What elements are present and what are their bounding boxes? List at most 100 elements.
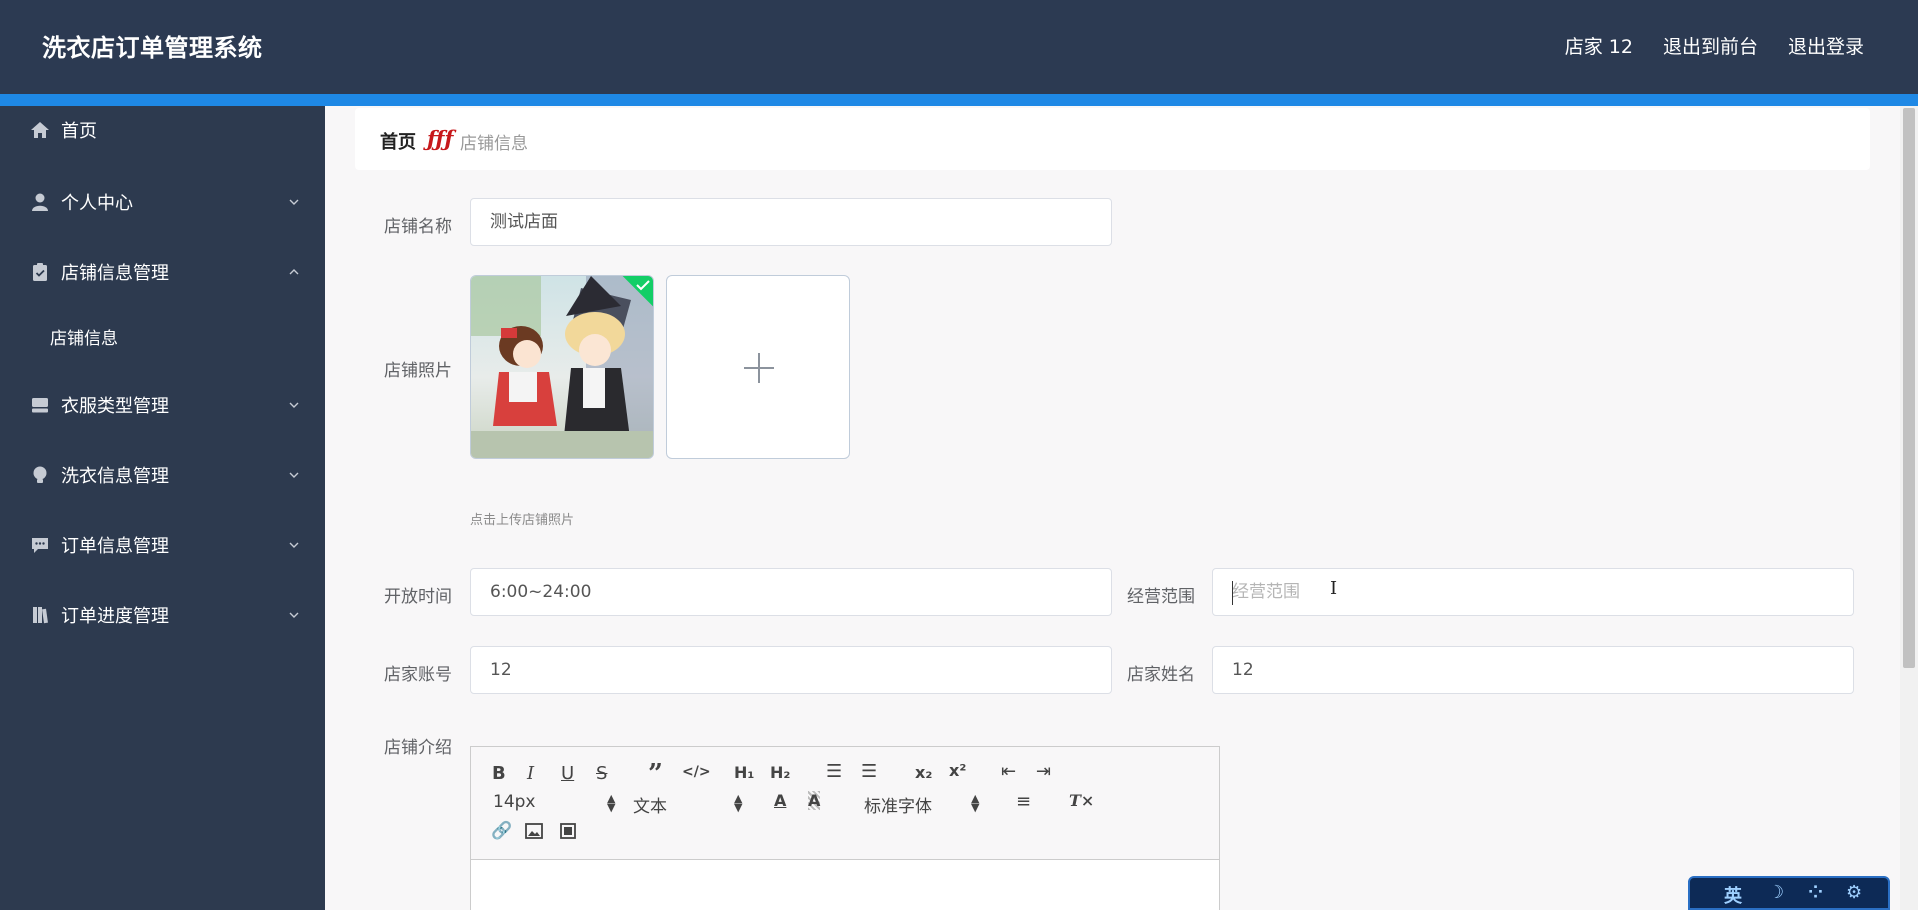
align-icon[interactable]: ≡ bbox=[1016, 791, 1031, 812]
shop-photo-label: 店铺照片 bbox=[384, 361, 452, 381]
sidebar-item-label: 洗衣信息管理 bbox=[61, 466, 169, 487]
scrollbar-thumb[interactable] bbox=[1903, 108, 1915, 668]
h2-icon[interactable]: H₂ bbox=[770, 763, 790, 782]
app-title: 洗衣店订单管理系统 bbox=[42, 34, 263, 62]
editor-content-area[interactable] bbox=[471, 860, 1219, 910]
clear-format-icon[interactable]: T× bbox=[1069, 791, 1094, 810]
italic-icon[interactable]: I bbox=[527, 763, 534, 784]
font-family-select[interactable]: 标准字体 ▲ ▼ bbox=[864, 792, 984, 817]
quote-icon[interactable]: ” bbox=[648, 759, 663, 789]
image-icon[interactable] bbox=[525, 823, 543, 839]
bullet-list-icon[interactable]: ☰ bbox=[861, 761, 877, 782]
sidebar-item-label: 订单信息管理 bbox=[61, 536, 169, 557]
logout-link[interactable]: 退出登录 bbox=[1788, 32, 1864, 59]
superscript-icon[interactable]: x² bbox=[949, 761, 966, 780]
current-user[interactable]: 店家 12 bbox=[1565, 32, 1633, 59]
background-color-icon[interactable]: A bbox=[808, 791, 821, 810]
anime-illustration bbox=[471, 276, 653, 458]
sidebar-item-personal-center[interactable]: 个人中心 bbox=[0, 179, 325, 225]
chat-icon bbox=[32, 538, 48, 553]
open-time-label: 开放时间 bbox=[384, 587, 452, 607]
ime-mode-label[interactable]: 英 bbox=[1724, 882, 1742, 908]
sidebar-item-laundry-info-management[interactable]: 洗衣信息管理 bbox=[0, 452, 325, 498]
chevron-down-icon bbox=[289, 199, 299, 205]
chevron-down-icon bbox=[289, 402, 299, 408]
user-icon bbox=[32, 193, 48, 211]
punctuation-icon[interactable]: ⁘ bbox=[1808, 882, 1823, 903]
underline-icon[interactable]: U bbox=[561, 763, 574, 784]
photo-upload-button[interactable] bbox=[666, 275, 850, 459]
shop-intro-label: 店铺介绍 bbox=[384, 738, 452, 758]
sidebar-item-label: 首页 bbox=[61, 121, 97, 142]
sidebar-item-label: 个人中心 bbox=[61, 193, 133, 214]
font-size-select[interactable]: 14px ▲ ▼ bbox=[493, 792, 615, 814]
indent-icon[interactable]: ⇥ bbox=[1036, 761, 1051, 782]
subscript-icon[interactable]: x₂ bbox=[915, 763, 932, 782]
select-arrows-icon-down: ▼ bbox=[971, 801, 980, 814]
font-family-value: 标准字体 bbox=[864, 797, 932, 817]
block-type-value: 文本 bbox=[633, 797, 667, 817]
text-cursor-icon: I bbox=[1330, 578, 1338, 599]
account-input[interactable]: 12 bbox=[470, 646, 1112, 694]
page-scrollbar[interactable] bbox=[1900, 106, 1918, 910]
ime-toolbar[interactable]: 英 ☽ ⁘ ⚙ bbox=[1688, 876, 1890, 910]
font-color-icon[interactable]: A bbox=[774, 791, 786, 810]
chevron-up-icon bbox=[289, 269, 299, 275]
sidebar-item-label: 店铺信息管理 bbox=[61, 263, 169, 284]
business-scope-placeholder: 经营范围 bbox=[1232, 582, 1300, 602]
font-size-value: 14px bbox=[493, 792, 536, 812]
video-icon[interactable] bbox=[560, 823, 576, 839]
chevron-down-icon bbox=[289, 472, 299, 478]
sidebar-item-label: 订单进度管理 bbox=[61, 606, 169, 627]
sidebar-item-order-info-management[interactable]: 订单信息管理 bbox=[0, 522, 325, 568]
back-to-front-link[interactable]: 退出到前台 bbox=[1663, 32, 1758, 59]
breadcrumb: 首页 ƒƒƒ 店铺信息 bbox=[355, 108, 1870, 170]
strike-icon[interactable]: S bbox=[596, 763, 607, 784]
upload-tip: 点击上传店铺照片 bbox=[470, 513, 575, 528]
rich-text-editor: B I U S ” </> H₁ H₂ ☰ ☰ x₂ x² ⇤ ⇥ 14px ▲… bbox=[470, 746, 1220, 910]
header-accent-bar bbox=[0, 94, 1918, 106]
code-icon[interactable]: </> bbox=[682, 764, 711, 780]
sidebar-item-label: 店铺信息 bbox=[50, 328, 118, 349]
sidebar-item-shop-info[interactable]: 店铺信息 bbox=[0, 313, 325, 359]
bulb-icon bbox=[33, 466, 47, 483]
top-header: 洗衣店订单管理系统 店家 12 退出到前台 退出登录 bbox=[0, 0, 1918, 94]
business-scope-label: 经营范围 bbox=[1127, 587, 1195, 607]
sidebar: 首页 个人中心 店铺信息管理 店铺信息 衣服类型管理 洗衣信息管理 订单信息管理… bbox=[0, 106, 325, 910]
breadcrumb-home[interactable]: 首页 bbox=[380, 128, 416, 154]
account-label: 店家账号 bbox=[384, 665, 452, 685]
home-icon bbox=[31, 122, 49, 138]
owner-name-input[interactable]: 12 bbox=[1212, 646, 1854, 694]
business-scope-input[interactable]: 经营范围 bbox=[1212, 568, 1854, 616]
moon-icon[interactable]: ☽ bbox=[1768, 882, 1784, 903]
sidebar-item-clothing-type-management[interactable]: 衣服类型管理 bbox=[0, 382, 325, 428]
shop-name-label: 店铺名称 bbox=[384, 217, 452, 237]
owner-name-label: 店家姓名 bbox=[1127, 665, 1195, 685]
chevron-down-icon bbox=[289, 612, 299, 618]
breadcrumb-current: 店铺信息 bbox=[460, 134, 528, 154]
h1-icon[interactable]: H₁ bbox=[734, 763, 754, 782]
sidebar-item-order-progress-management[interactable]: 订单进度管理 bbox=[0, 592, 325, 638]
header-actions: 店家 12 退出到前台 退出登录 bbox=[1565, 32, 1864, 59]
text-caret bbox=[1232, 581, 1233, 605]
clipboard-icon bbox=[33, 263, 47, 281]
sidebar-item-home[interactable]: 首页 bbox=[0, 107, 325, 153]
sidebar-item-shop-info-management[interactable]: 店铺信息管理 bbox=[0, 249, 325, 295]
block-type-select[interactable]: 文本 ▲ ▼ bbox=[633, 792, 743, 817]
breadcrumb-separator: ƒƒƒ bbox=[427, 126, 454, 151]
gear-icon[interactable]: ⚙ bbox=[1846, 882, 1862, 903]
bold-icon[interactable]: B bbox=[492, 763, 506, 784]
editor-toolbar: B I U S ” </> H₁ H₂ ☰ ☰ x₂ x² ⇤ ⇥ 14px ▲… bbox=[471, 747, 1219, 860]
select-arrows-icon-down: ▼ bbox=[734, 801, 743, 814]
tray-icon bbox=[32, 398, 48, 413]
shop-name-input[interactable]: 测试店面 bbox=[470, 198, 1112, 246]
link-icon[interactable]: 🔗 bbox=[491, 821, 512, 841]
outdent-icon[interactable]: ⇤ bbox=[1001, 761, 1016, 782]
select-arrows-icon-down: ▼ bbox=[607, 801, 616, 814]
sidebar-item-label: 衣服类型管理 bbox=[61, 396, 169, 417]
shop-photo-thumbnail[interactable] bbox=[470, 275, 654, 459]
open-time-input[interactable]: 6:00~24:00 bbox=[470, 568, 1112, 616]
ordered-list-icon[interactable]: ☰ bbox=[826, 761, 842, 782]
chevron-down-icon bbox=[289, 542, 299, 548]
book-icon bbox=[33, 607, 48, 624]
